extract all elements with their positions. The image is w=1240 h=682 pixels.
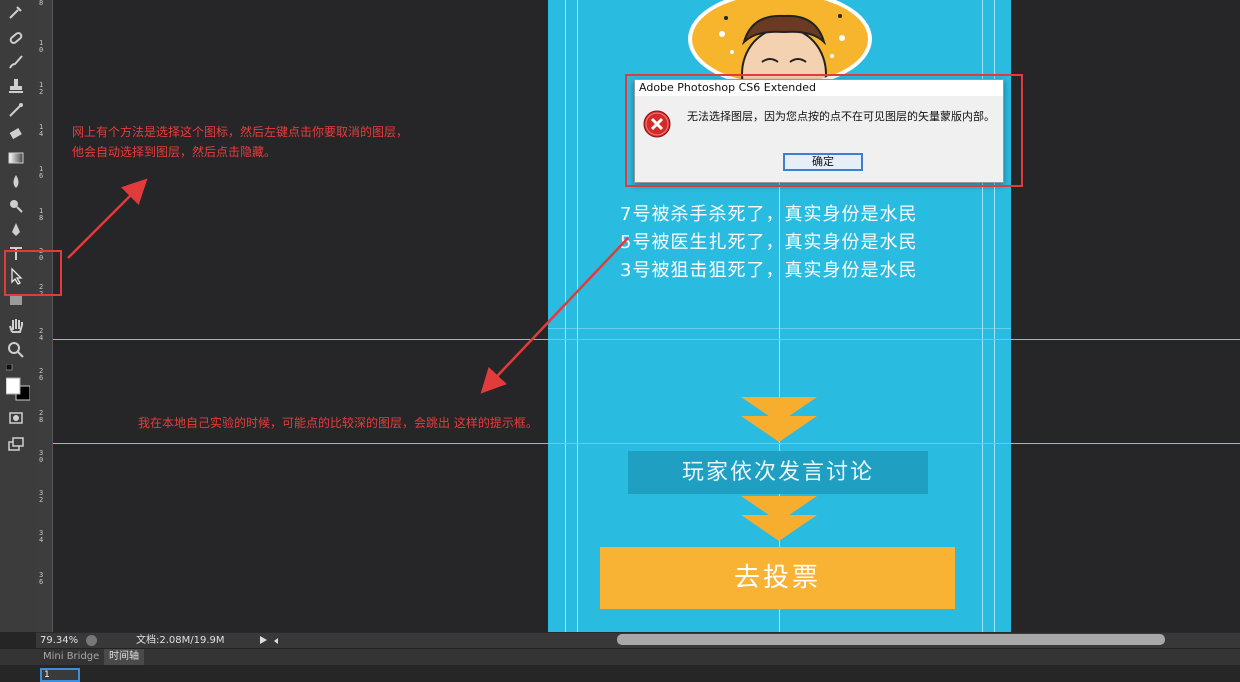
gradient-icon[interactable] <box>6 148 30 168</box>
healing-brush-icon[interactable] <box>6 28 30 48</box>
eyedropper-icon[interactable] <box>6 2 30 22</box>
dialog-highlight-box <box>625 74 1023 187</box>
ruler-label: 10 <box>39 39 44 54</box>
horizontal-guide[interactable] <box>53 443 1240 444</box>
ruler-label: 16 <box>39 165 44 180</box>
hand-icon[interactable] <box>6 316 30 336</box>
ruler-label: 32 <box>39 489 44 504</box>
vertical-ruler: 8 10 12 14 16 18 20 22 24 26 28 30 32 34… <box>36 0 53 632</box>
tool-highlight-box <box>4 250 62 296</box>
document-info: 文档:2.08M/19.9M <box>136 635 225 646</box>
ruler-label: 30 <box>39 449 44 464</box>
ruler-label: 34 <box>39 529 44 544</box>
ruler-label: 36 <box>39 571 44 586</box>
color-swatches-icon[interactable] <box>6 364 30 404</box>
annotation-note: 他会自动选择到图层，然后点击隐藏。 <box>72 145 277 159</box>
ruler-label: 14 <box>39 123 44 138</box>
story-line: 3号被狙击狙死了，真实身份是水民 <box>620 260 918 281</box>
eraser-icon[interactable] <box>6 124 30 144</box>
ruler-label: 24 <box>39 327 44 342</box>
pen-icon[interactable] <box>6 220 30 240</box>
scroll-left-icon[interactable] <box>274 638 278 644</box>
quick-mask-icon[interactable] <box>6 408 30 428</box>
history-brush-icon[interactable] <box>6 100 30 120</box>
discuss-banner: 玩家依次发言讨论 <box>628 451 928 494</box>
ruler-label: 26 <box>39 367 44 382</box>
tab-timeline[interactable]: 时间轴 <box>104 649 144 665</box>
timeline-panel <box>0 665 1240 680</box>
vote-button[interactable]: 去投票 <box>600 547 955 609</box>
guide-line <box>577 0 578 632</box>
brush-icon[interactable] <box>6 52 30 72</box>
guide-line <box>565 0 566 632</box>
zoom-icon[interactable] <box>6 340 30 360</box>
ruler-label: 18 <box>39 207 44 222</box>
story-line: 7号被杀手杀死了，真实身份是水民 <box>620 204 918 225</box>
ruler-label: 8 <box>39 0 44 7</box>
ruler-label: 12 <box>39 81 44 96</box>
guide-line <box>548 328 1011 329</box>
clone-stamp-icon[interactable] <box>6 76 30 96</box>
dodge-icon[interactable] <box>6 196 30 216</box>
tab-mini-bridge[interactable]: Mini Bridge <box>38 649 104 665</box>
chevron-down-icon <box>741 515 817 541</box>
screen-mode-icon[interactable] <box>6 434 30 454</box>
panel-tab-bar: Mini Bridge 时间轴 <box>0 648 1240 665</box>
status-menu-arrow-icon[interactable] <box>260 636 267 644</box>
story-line: 5号被医生扎死了，真实身份是水民 <box>620 232 918 253</box>
blur-icon[interactable] <box>6 172 30 192</box>
tools-panel <box>0 0 37 632</box>
status-info-icon[interactable] <box>86 635 97 646</box>
zoom-field[interactable]: 79.34% <box>40 633 78 648</box>
horizontal-scrollbar[interactable] <box>617 634 1165 645</box>
ruler-label: 28 <box>39 409 44 424</box>
annotation-note: 我在本地自己实验的时候，可能点的比较深的图层，会跳出 这样的提示框。 <box>138 416 538 430</box>
annotation-note: 网上有个方法是选择这个图标，然后左键点击你要取消的图层， <box>72 125 409 139</box>
horizontal-guide[interactable] <box>53 339 1240 340</box>
chevron-down-icon <box>741 416 817 442</box>
